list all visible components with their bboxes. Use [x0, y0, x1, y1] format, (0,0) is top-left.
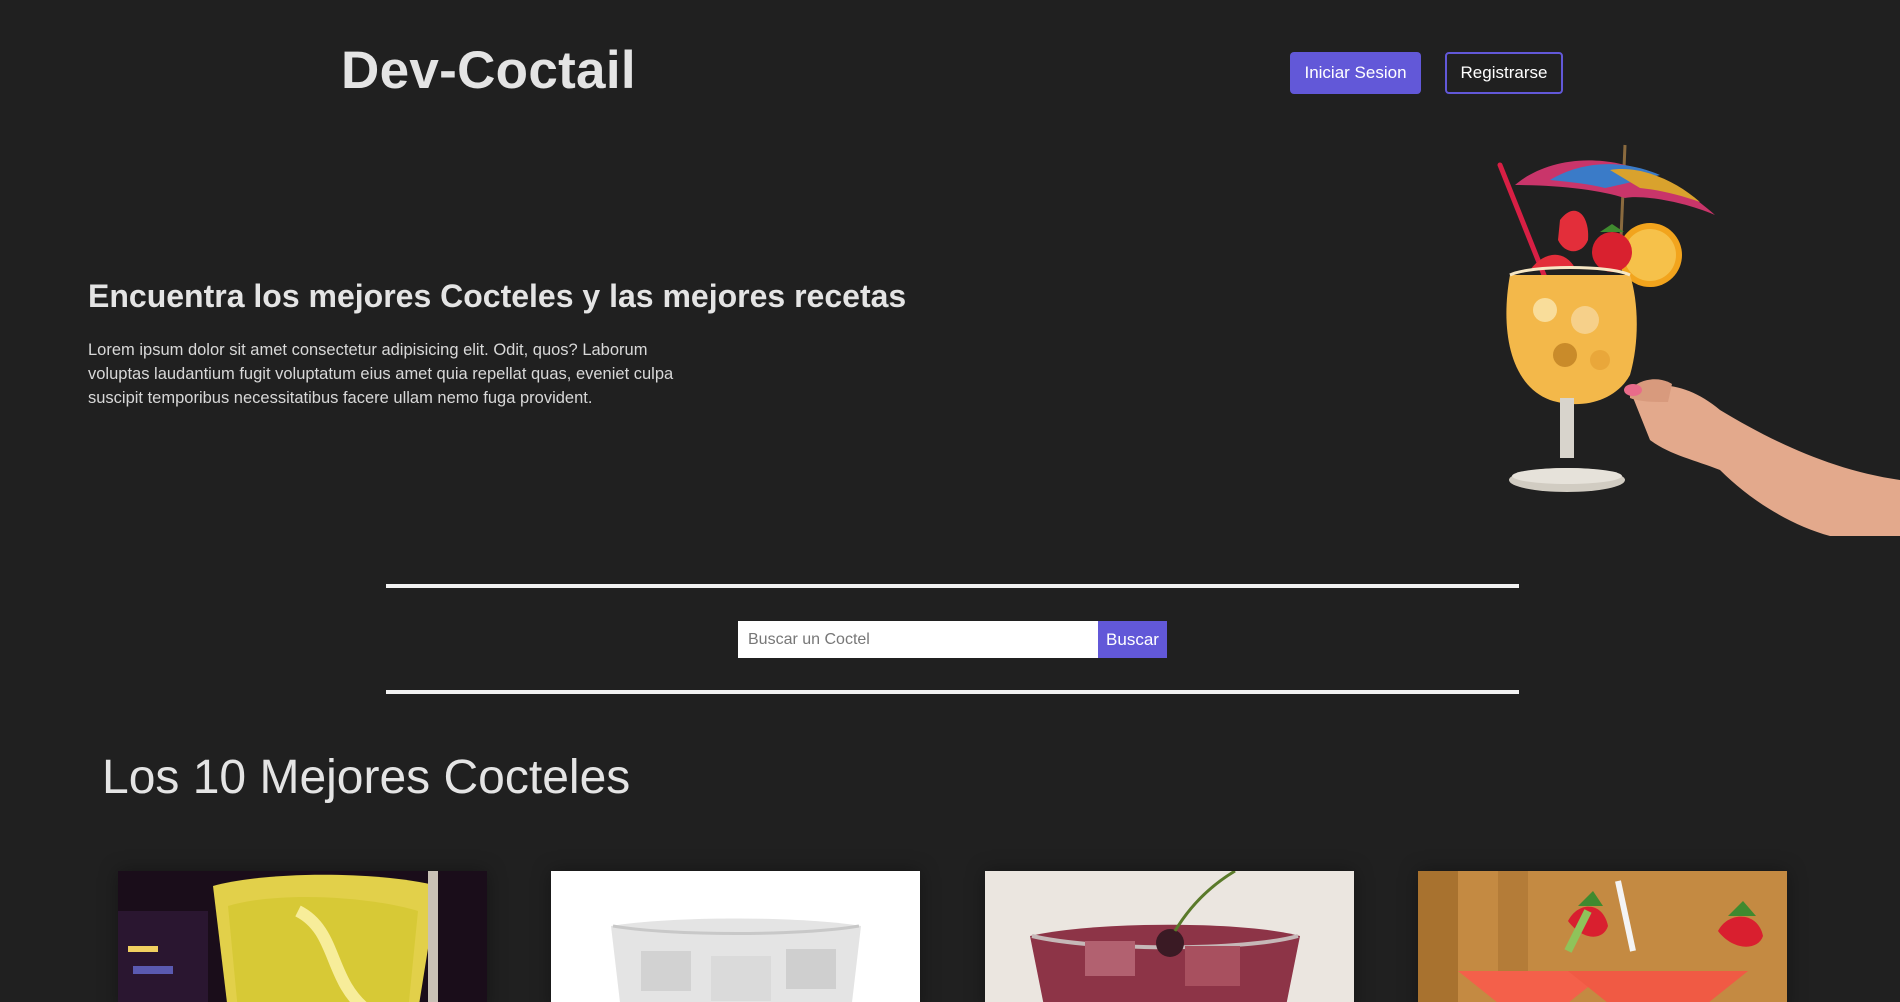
cocktail-card-2[interactable]: [551, 871, 920, 1002]
clear-ice-drink-image: [551, 871, 920, 1002]
cocktail-card-3[interactable]: [985, 871, 1354, 1002]
login-button[interactable]: Iniciar Sesion: [1290, 52, 1421, 94]
search-divider-top: [386, 584, 1519, 588]
brand-logo[interactable]: Dev-Coctail: [341, 40, 636, 101]
cocktail-card-1[interactable]: [118, 871, 487, 1002]
hero-text: Lorem ipsum dolor sit amet consectetur a…: [88, 341, 674, 407]
search-input[interactable]: [738, 621, 1098, 658]
red-cherry-drink-image: [985, 871, 1354, 1002]
strawberry-martini-drink-image: [1418, 871, 1787, 1002]
cocktail-card-4[interactable]: [1418, 871, 1787, 1002]
register-button[interactable]: Registrarse: [1445, 52, 1563, 94]
hero-cocktail-image: [1490, 140, 1900, 536]
page: Dev-Coctail Iniciar Sesion Registrarse E…: [0, 0, 1900, 1002]
search-divider-bottom: [386, 690, 1519, 694]
section-title: Los 10 Mejores Cocteles: [102, 751, 631, 804]
search-button[interactable]: Buscar: [1098, 621, 1167, 658]
yellow-lemonade-drink-image: [118, 871, 487, 1002]
hero-title: Encuentra los mejores Cocteles y las mej…: [88, 278, 907, 314]
